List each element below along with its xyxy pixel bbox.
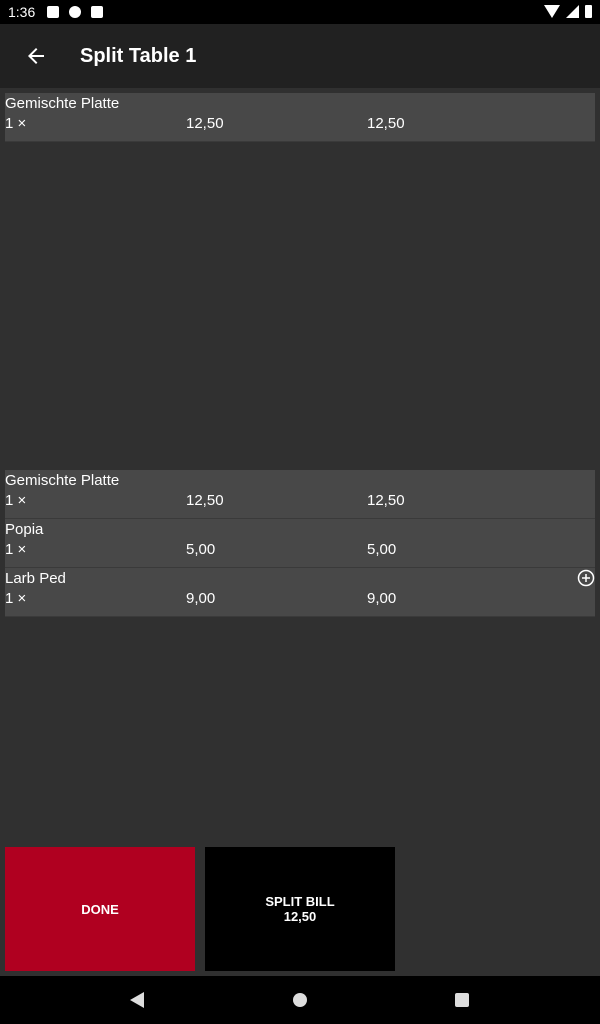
list-item[interactable]: Larb Ped 1 × 9,00 9,00	[5, 568, 595, 617]
sd-card-icon	[91, 6, 104, 18]
list-item[interactable]: Gemischte Platte 1 × 12,50 12,50	[5, 93, 595, 142]
split-bill-button[interactable]: SPLIT BILL 12,50	[205, 847, 395, 971]
item-name: Gemischte Platte	[5, 95, 120, 112]
done-button[interactable]: DONE	[5, 847, 195, 971]
list-item[interactable]: Gemischte Platte 1 × 12,50 12,50	[5, 470, 595, 519]
item-name: Larb Ped	[5, 570, 66, 587]
item-price: 12,50	[186, 492, 224, 509]
item-total: 12,50	[367, 492, 405, 509]
notification-app-icon	[69, 6, 82, 18]
item-name: Gemischte Platte	[5, 472, 120, 489]
item-price: 12,50	[186, 115, 224, 132]
item-price: 5,00	[186, 541, 216, 558]
wifi-icon	[544, 5, 560, 18]
nav-back-icon[interactable]	[130, 992, 144, 1008]
nav-recents-icon[interactable]	[455, 993, 469, 1007]
split-items-list: Gemischte Platte 1 × 12,50 12,50	[5, 93, 595, 142]
back-button[interactable]	[8, 28, 64, 84]
status-time: 1:36	[8, 4, 36, 20]
signal-icon	[566, 5, 579, 18]
item-name: Popia	[5, 521, 44, 538]
list-item[interactable]: Popia 1 × 5,00 5,00	[5, 519, 595, 568]
arrow-left-icon	[28, 48, 44, 64]
item-qty: 1 ×	[5, 492, 27, 509]
table-items-list: Gemischte Platte 1 × 12,50 12,50 Popia 1…	[5, 470, 595, 617]
item-total: 9,00	[367, 590, 397, 607]
notification-a-icon	[47, 6, 60, 18]
done-button-label: DONE	[81, 901, 119, 917]
navigation-bar	[0, 976, 600, 1024]
item-total: 5,00	[367, 541, 397, 558]
app-bar: Split Table 1	[0, 24, 600, 88]
status-right-icons	[544, 5, 592, 18]
item-qty: 1 ×	[5, 115, 27, 132]
item-price: 9,00	[186, 590, 216, 607]
split-bill-label: SPLIT BILL	[265, 894, 335, 909]
item-total: 12,50	[367, 115, 405, 132]
nav-home-icon[interactable]	[293, 993, 307, 1007]
battery-icon	[585, 5, 592, 18]
status-bar: 1:36	[0, 0, 600, 24]
add-circle-icon[interactable]	[577, 569, 595, 587]
page-title: Split Table 1	[80, 44, 197, 67]
item-qty: 1 ×	[5, 590, 27, 607]
split-bill-amount: 12,50	[283, 909, 317, 924]
item-qty: 1 ×	[5, 541, 27, 558]
